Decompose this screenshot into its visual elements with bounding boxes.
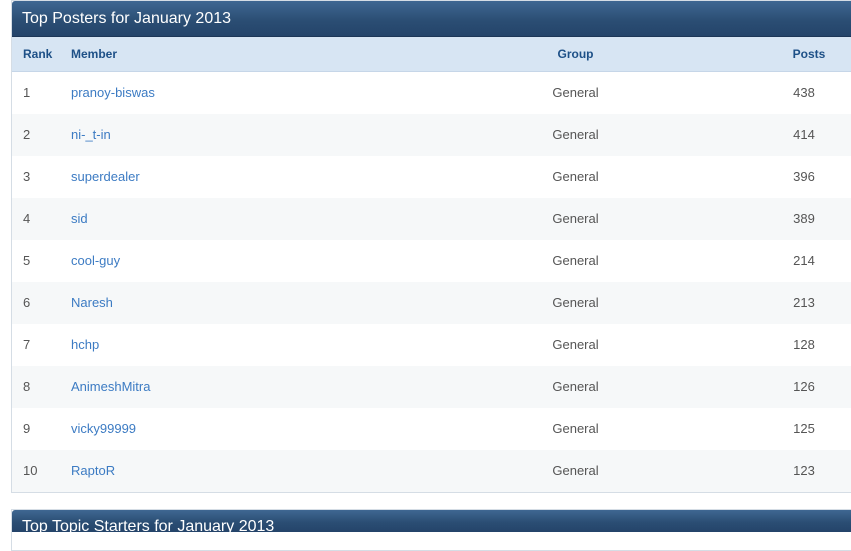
table-row: 4 sid General 389 [12,198,851,240]
rank-cell: 2 [23,127,31,142]
posts-cell: 389 [793,211,815,226]
rank-cell: 8 [23,379,31,394]
top-topic-starters-panel: Top Topic Starters for January 2013 [11,509,851,551]
group-cell: General [552,295,599,310]
top-topic-starters-title: Top Topic Starters for January 2013 [12,510,851,532]
group-cell: General [552,85,599,100]
rank-cell: 3 [23,169,31,184]
member-link[interactable]: hchp [71,324,99,366]
rank-cell: 5 [23,253,31,268]
table-row: 10 RaptoR General 123 [12,450,851,492]
table-row: 3 superdealer General 396 [12,156,851,198]
group-cell: General [552,253,599,268]
posts-cell: 213 [793,295,815,310]
rank-cell: 9 [23,421,31,436]
posts-cell: 414 [793,127,815,142]
column-header-posts: Posts [792,47,826,61]
member-link[interactable]: ni-_t-in [71,114,111,156]
table-row: 6 Naresh General 213 [12,282,851,324]
posts-cell: 128 [793,337,815,352]
top-posters-title: Top Posters for January 2013 [12,1,851,37]
table-row: 2 ni-_t-in General 414 [12,114,851,156]
rank-cell: 6 [23,295,31,310]
rank-cell: 4 [23,211,31,226]
rank-cell: 7 [23,337,31,352]
member-link[interactable]: vicky99999 [71,408,136,450]
member-link[interactable]: Naresh [71,282,113,324]
member-link[interactable]: cool-guy [71,240,120,282]
column-header-rank: Rank [23,47,53,61]
table-row: 5 cool-guy General 214 [12,240,851,282]
table-row: 7 hchp General 128 [12,324,851,366]
group-cell: General [552,379,599,394]
table-body: 1 pranoy-biswas General 438 2 ni-_t-in G… [12,72,851,492]
rank-cell: 10 [23,463,38,478]
rank-cell: 1 [23,85,31,100]
posts-cell: 214 [793,253,815,268]
table-row: 9 vicky99999 General 125 [12,408,851,450]
group-cell: General [552,463,599,478]
group-cell: General [552,127,599,142]
table-header: Rank Member Group Posts [12,37,851,72]
member-link[interactable]: superdealer [71,156,140,198]
posts-cell: 126 [793,379,815,394]
table-row: 1 pranoy-biswas General 438 [12,72,851,114]
member-link[interactable]: pranoy-biswas [71,72,155,114]
member-link[interactable]: sid [71,198,88,240]
posts-cell: 438 [793,85,815,100]
posts-cell: 125 [793,421,815,436]
group-cell: General [552,421,599,436]
column-header-member: Member [71,47,118,61]
group-cell: General [552,211,599,226]
table-row: 8 AnimeshMitra General 126 [12,366,851,408]
group-cell: General [552,169,599,184]
member-link[interactable]: RaptoR [71,450,115,492]
posts-cell: 123 [793,463,815,478]
column-header-group: Group [557,47,594,61]
posts-cell: 396 [793,169,815,184]
top-posters-panel: Top Posters for January 2013 Rank Member… [11,0,851,493]
member-link[interactable]: AnimeshMitra [71,366,150,408]
group-cell: General [552,337,599,352]
